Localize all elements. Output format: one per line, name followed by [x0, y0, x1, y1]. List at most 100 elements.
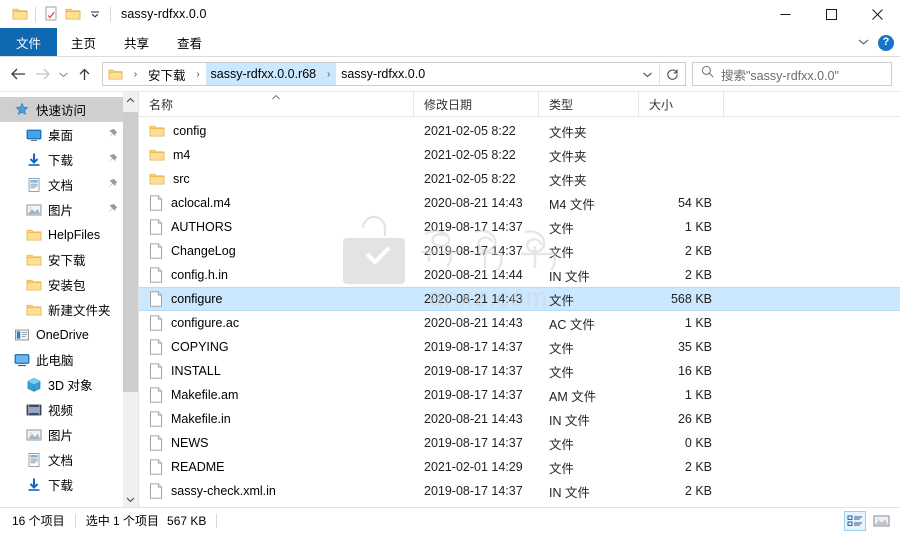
breadcrumb-root-icon[interactable]: [103, 63, 128, 85]
cell-name: m4: [139, 148, 414, 162]
view-buttons: [844, 508, 892, 533]
sidebar-item-0[interactable]: 快速访问: [0, 97, 138, 122]
pin-icon[interactable]: [107, 203, 118, 217]
recent-locations-button[interactable]: [54, 61, 72, 87]
breadcrumb-item-1[interactable]: sassy-rdfxx.0.0.r68: [205, 63, 322, 85]
large-icons-view-button[interactable]: [870, 511, 892, 531]
table-row[interactable]: aclocal.m4 2020-08-21 14:43 M4 文件 54 KB: [139, 191, 900, 215]
folder-icon[interactable]: [9, 3, 31, 25]
table-row[interactable]: src 2021-02-05 8:22 文件夹: [139, 167, 900, 191]
table-row[interactable]: NEWS 2019-08-17 14:37 文件 0 KB: [139, 431, 900, 455]
help-icon[interactable]: ?: [878, 34, 894, 51]
maximize-icon[interactable]: [808, 0, 854, 28]
table-row[interactable]: Makefile.am 2019-08-17 14:37 AM 文件 1 KB: [139, 383, 900, 407]
cell-name: configure.ac: [139, 315, 414, 331]
sidebar-item-12[interactable]: 视频: [0, 397, 138, 422]
file-icon: [149, 243, 163, 259]
scrollbar-track[interactable]: [123, 108, 138, 491]
file-icon: [149, 291, 163, 307]
table-row[interactable]: ChangeLog 2019-08-17 14:37 文件 2 KB: [139, 239, 900, 263]
up-button[interactable]: [72, 61, 96, 87]
chevron-down-icon[interactable]: [857, 34, 870, 52]
new-folder-icon[interactable]: [62, 3, 84, 25]
breadcrumb-item-2[interactable]: sassy-rdfxx.0.0: [336, 63, 430, 85]
tab-file[interactable]: 文件: [0, 28, 58, 56]
address-dropdown-icon[interactable]: [635, 63, 659, 85]
close-icon[interactable]: [854, 0, 900, 28]
chevron-up-icon[interactable]: [123, 92, 138, 108]
sidebar-item-10[interactable]: 此电脑: [0, 347, 138, 372]
sidebar-item-label: 图片: [48, 204, 74, 218]
sidebar-item-label: 桌面: [48, 129, 74, 143]
table-row[interactable]: README 2021-02-01 14:29 文件 2 KB: [139, 455, 900, 479]
sidebar-item-3[interactable]: 文档: [0, 172, 138, 197]
customize-chevron-icon[interactable]: [84, 3, 106, 25]
table-row[interactable]: Makefile.in 2020-08-21 14:43 IN 文件 26 KB: [139, 407, 900, 431]
cell-date: 2021-02-01 14:29: [424, 460, 523, 474]
table-row[interactable]: config 2021-02-05 8:22 文件夹: [139, 119, 900, 143]
minimize-icon[interactable]: [762, 0, 808, 28]
table-row[interactable]: sassy-check.xml.in 2019-08-17 14:37 IN 文件 2…: [139, 479, 900, 503]
tab-share[interactable]: 共享: [110, 28, 163, 56]
sidebar-item-1[interactable]: 桌面: [0, 122, 138, 147]
search-input[interactable]: 搜索"sassy-rdfxx.0.0": [692, 62, 892, 86]
table-row[interactable]: INSTALL 2019-08-17 14:37 文件 16 KB: [139, 359, 900, 383]
pin-icon[interactable]: [107, 128, 118, 142]
breadcrumb-chevron-icon[interactable]: ›: [191, 63, 206, 85]
column-header-date[interactable]: 修改日期: [414, 92, 539, 116]
sidebar-item-label: 下载: [48, 479, 74, 493]
documents-icon: [26, 177, 42, 193]
file-name-label: configure.ac: [171, 316, 240, 330]
file-name-label: Makefile.am: [171, 388, 239, 402]
sidebar-item-6[interactable]: 安下载: [0, 247, 138, 272]
column-header-type[interactable]: 类型: [539, 92, 639, 116]
table-row[interactable]: COPYING 2019-08-17 14:37 文件 35 KB: [139, 335, 900, 359]
forward-button[interactable]: [30, 61, 54, 87]
pin-icon[interactable]: [107, 153, 118, 167]
cell-name: INSTALL: [139, 363, 414, 379]
sidebar-item-7[interactable]: 安装包: [0, 272, 138, 297]
table-row[interactable]: AUTHORS 2019-08-17 14:37 文件 1 KB: [139, 215, 900, 239]
cell-type: 文件: [549, 221, 575, 236]
sidebar-item-11[interactable]: 3D 对象: [0, 372, 138, 397]
refresh-icon[interactable]: [659, 63, 685, 85]
sidebar-item-9[interactable]: OneDrive: [0, 322, 138, 347]
scrollbar-thumb[interactable]: [123, 112, 138, 392]
sidebar-item-13[interactable]: 图片: [0, 422, 138, 447]
breadcrumb-chevron-icon[interactable]: ›: [321, 63, 337, 85]
tab-home[interactable]: 主页: [57, 28, 110, 56]
file-icon: [149, 387, 163, 403]
pin-icon[interactable]: [107, 178, 118, 192]
back-button[interactable]: [6, 61, 30, 87]
cell-size: 1 KB: [684, 388, 712, 402]
table-row[interactable]: m4 2021-02-05 8:22 文件夹: [139, 143, 900, 167]
details-view-button[interactable]: [844, 511, 866, 531]
breadcrumb-chevron-icon[interactable]: ›: [128, 63, 143, 85]
table-row[interactable]: configure.ac 2020-08-21 14:43 AC 文件 1 KB: [139, 311, 900, 335]
breadcrumb-item-0[interactable]: 安下载: [143, 63, 191, 85]
sidebar-item-5[interactable]: HelpFiles: [0, 222, 138, 247]
cell-name: AUTHORS: [139, 219, 414, 235]
table-row[interactable]: configure 2020-08-21 14:43 文件 568 KB: [139, 287, 900, 311]
properties-icon[interactable]: [40, 3, 62, 25]
sidebar-scrollbar[interactable]: [123, 92, 138, 507]
cell-size: 0 KB: [684, 436, 712, 450]
column-header-name[interactable]: 名称: [139, 92, 414, 116]
sidebar-item-15[interactable]: 下载: [0, 472, 138, 497]
title-divider: [110, 6, 111, 22]
sidebar-item-2[interactable]: 下载: [0, 147, 138, 172]
file-icon: [149, 219, 163, 235]
cell-date: 2021-02-05 8:22: [424, 124, 516, 138]
sidebar-item-8[interactable]: 新建文件夹: [0, 297, 138, 322]
table-row[interactable]: config.h.in 2020-08-21 14:44 IN 文件 2 KB: [139, 263, 900, 287]
breadcrumb-bar[interactable]: › 安下载 › sassy-rdfxx.0.0.r68 › sassy-rdfx…: [102, 62, 686, 86]
file-icon: [149, 483, 163, 499]
toolbar-divider: [35, 6, 36, 22]
sidebar-item-4[interactable]: 图片: [0, 197, 138, 222]
cell-type: 文件: [549, 341, 575, 356]
tab-view[interactable]: 查看: [163, 28, 216, 56]
status-selection-size: 567 KB: [167, 513, 207, 528]
chevron-down-icon[interactable]: [123, 491, 138, 507]
column-header-size[interactable]: 大小: [639, 92, 724, 116]
sidebar-item-14[interactable]: 文档: [0, 447, 138, 472]
